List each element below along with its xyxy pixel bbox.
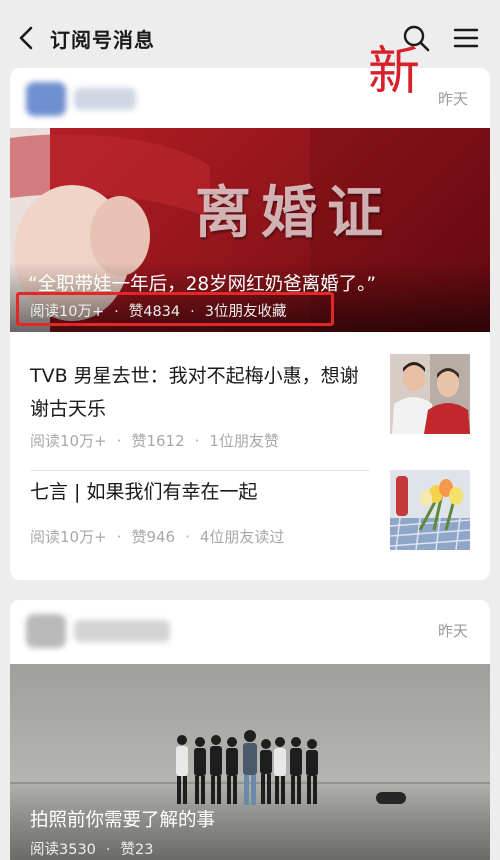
like-count: 赞23 bbox=[120, 842, 154, 858]
cover-article-title: 拍照前你需要了解的事 bbox=[30, 810, 216, 831]
read-count: 阅读10万+ bbox=[30, 432, 107, 450]
subscription-card: 昨天 拍照前你需要了解的事 阅读3530 · 赞23 bbox=[10, 600, 490, 860]
article-title: TVB 男星去世：我对不起梅小惠，想谢谢古天乐 bbox=[30, 365, 359, 420]
account-name-blurred[interactable] bbox=[74, 88, 136, 110]
cover-article-meta: 阅读3530 · 赞23 bbox=[30, 838, 153, 859]
read-count: 阅读3530 bbox=[30, 842, 96, 858]
article-item[interactable]: 七言 | 如果我们有幸在一起 阅读10万+ · 赞946 · 4位朋友读过 bbox=[10, 470, 490, 580]
friend-activity: 4位朋友读过 bbox=[199, 528, 285, 546]
chevron-left-icon bbox=[19, 26, 33, 50]
like-count: 赞1612 bbox=[131, 432, 185, 450]
article-meta: 阅读10万+ · 赞946 · 4位朋友读过 bbox=[30, 526, 284, 547]
separator: · bbox=[105, 842, 111, 858]
separator: · bbox=[116, 432, 122, 450]
article-title: 七言 | 如果我们有幸在一起 bbox=[30, 481, 258, 503]
account-name-blurred[interactable] bbox=[74, 620, 170, 642]
article-thumbnail bbox=[390, 470, 470, 550]
like-count: 赞946 bbox=[131, 528, 176, 546]
highlight-annotation-box bbox=[16, 292, 334, 326]
article-thumbnail bbox=[390, 354, 470, 434]
post-time: 昨天 bbox=[437, 622, 468, 640]
cover-stamp-text: 离婚证 bbox=[195, 180, 393, 246]
top-bar: 订阅号消息 bbox=[0, 0, 500, 70]
subscription-card: 昨天 离婚证 “全职带娃一年后，28岁网红奶爸离婚了。” 阅读10万+ · 赞483… bbox=[10, 68, 490, 580]
separator: · bbox=[185, 528, 190, 546]
new-annotation-label: 新 bbox=[368, 42, 421, 102]
read-count: 阅读10万+ bbox=[30, 528, 107, 546]
account-avatar[interactable] bbox=[26, 82, 66, 116]
friend-activity: 1位朋友赞 bbox=[209, 432, 279, 450]
article-meta: 阅读10万+ · 赞1612 · 1位朋友赞 bbox=[30, 430, 279, 451]
article-item[interactable]: TVB 男星去世：我对不起梅小惠，想谢谢古天乐 阅读10万+ · 赞1612 · 1位朋… bbox=[10, 354, 490, 471]
back-button[interactable] bbox=[14, 24, 40, 52]
separator: · bbox=[116, 528, 122, 546]
account-avatar[interactable] bbox=[26, 614, 66, 648]
menu-icon bbox=[453, 28, 479, 48]
page-title: 订阅号消息 bbox=[50, 28, 155, 52]
cover-article[interactable]: 拍照前你需要了解的事 阅读3530 · 赞23 bbox=[10, 664, 490, 860]
separator: · bbox=[194, 432, 200, 450]
menu-button[interactable] bbox=[450, 22, 482, 54]
account-row[interactable]: 昨天 bbox=[10, 600, 490, 660]
post-time: 昨天 bbox=[437, 90, 468, 108]
cover-article[interactable]: 离婚证 “全职带娃一年后，28岁网红奶爸离婚了。” 阅读10万+ · 赞4834 · 3… bbox=[10, 128, 490, 332]
cover-image bbox=[176, 730, 318, 805]
